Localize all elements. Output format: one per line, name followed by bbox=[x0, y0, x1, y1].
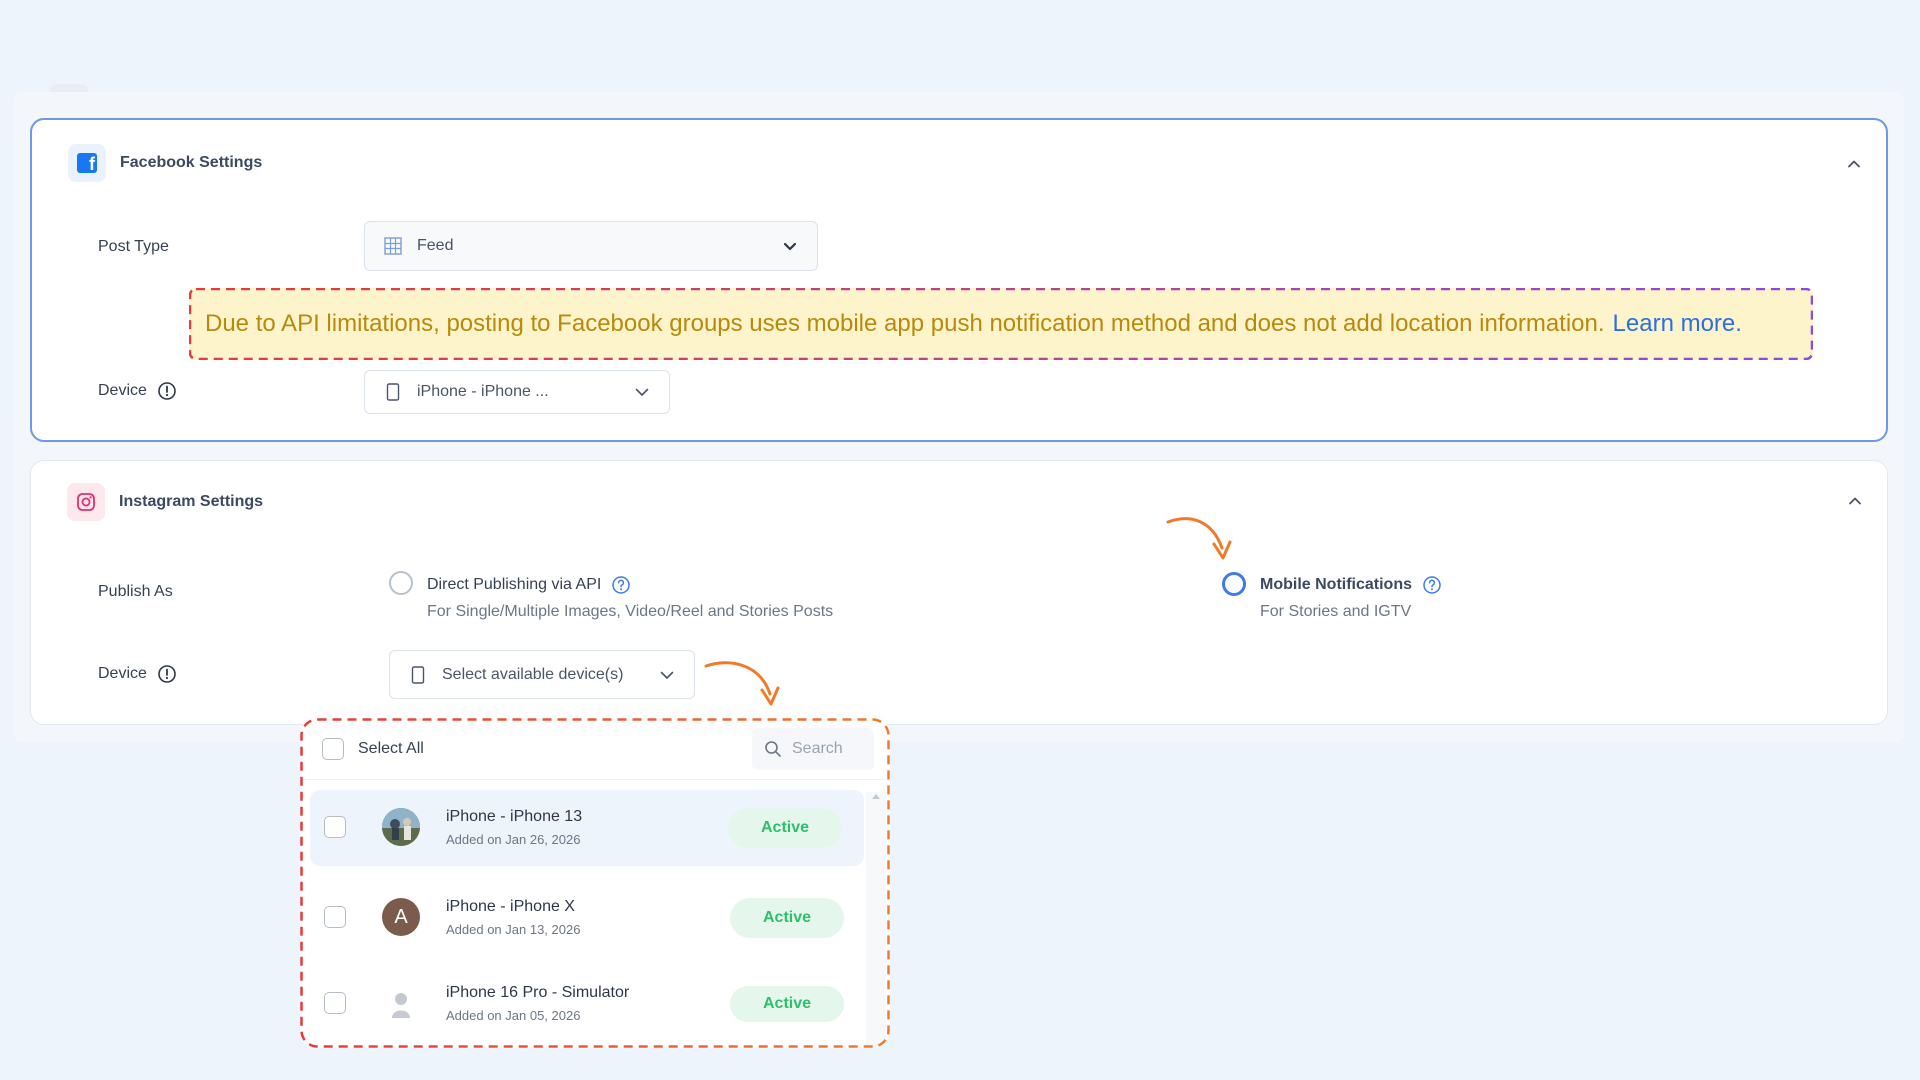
warning-highlight-outline bbox=[189, 288, 1813, 360]
direct-publishing-option[interactable]: Direct Publishing via API bbox=[427, 575, 631, 595]
device-row[interactable]: iPhone - iPhone 13 Added on Jan 26, 2026… bbox=[310, 790, 864, 866]
collapse-chevron-icon[interactable] bbox=[1844, 154, 1864, 174]
grid-icon bbox=[384, 237, 402, 255]
info-icon[interactable] bbox=[157, 381, 177, 401]
phone-icon bbox=[386, 383, 400, 401]
annotation-arrow-icon bbox=[1166, 517, 1232, 560]
scroll-up-arrow-icon[interactable] bbox=[872, 794, 880, 799]
chevron-down-icon bbox=[783, 242, 797, 251]
instagram-device-label: Device bbox=[98, 664, 177, 684]
instagram-device-select[interactable]: Select available device(s) bbox=[389, 650, 695, 699]
device-row[interactable]: A iPhone - iPhone X Added on Jan 13, 202… bbox=[310, 876, 864, 952]
device-avatar bbox=[382, 984, 420, 1022]
device-added-date: Added on Jan 26, 2026 bbox=[446, 832, 581, 847]
device-checkbox[interactable] bbox=[324, 992, 346, 1014]
collapse-chevron-icon[interactable] bbox=[1845, 491, 1865, 511]
direct-publishing-description: For Single/Multiple Images, Video/Reel a… bbox=[427, 603, 834, 620]
facebook-device-select[interactable]: iPhone - iPhone ... bbox=[364, 370, 670, 414]
select-all-checkbox[interactable] bbox=[322, 738, 344, 760]
instagram-icon bbox=[77, 493, 95, 511]
facebook-settings-title: Facebook Settings bbox=[120, 154, 263, 171]
device-added-date: Added on Jan 13, 2026 bbox=[446, 922, 581, 937]
info-icon[interactable] bbox=[157, 664, 177, 684]
person-icon bbox=[392, 993, 410, 1018]
device-search-input[interactable]: Search bbox=[752, 728, 874, 770]
search-placeholder: Search bbox=[792, 740, 843, 757]
facebook-settings-header[interactable]: f Facebook Settings bbox=[68, 144, 262, 182]
facebook-device-label: Device bbox=[98, 381, 177, 401]
device-avatar bbox=[382, 808, 420, 846]
chevron-down-icon bbox=[660, 671, 674, 679]
publish-as-label: Publish As bbox=[98, 583, 173, 600]
facebook-settings-card: f Facebook Settings bbox=[30, 118, 1888, 442]
mobile-notifications-description: For Stories and IGTV bbox=[1260, 603, 1412, 620]
chevron-down-icon bbox=[635, 388, 649, 396]
dropdown-scrollbar[interactable] bbox=[866, 792, 886, 1048]
post-type-label: Post Type bbox=[98, 238, 169, 255]
phone-icon bbox=[411, 665, 425, 684]
annotation-arrow-icon bbox=[704, 661, 780, 706]
device-avatar: A bbox=[382, 898, 420, 936]
facebook-device-value: iPhone - iPhone ... bbox=[417, 383, 549, 400]
device-name: iPhone - iPhone 13 bbox=[446, 808, 583, 825]
status-badge: Active bbox=[730, 986, 844, 1022]
avatar-initial: A bbox=[394, 905, 408, 928]
device-checkbox[interactable] bbox=[324, 906, 346, 928]
instagram-settings-title: Instagram Settings bbox=[119, 493, 264, 510]
instagram-settings-card: Instagram Settings bbox=[30, 460, 1888, 725]
search-icon bbox=[765, 741, 781, 757]
radio-mobile-notifications[interactable] bbox=[1222, 572, 1246, 596]
help-icon[interactable] bbox=[1422, 575, 1442, 595]
status-badge: Active bbox=[730, 898, 844, 938]
post-type-value: Feed bbox=[417, 237, 454, 254]
post-type-select[interactable]: Feed bbox=[364, 221, 818, 271]
instagram-badge bbox=[67, 483, 105, 521]
device-row[interactable]: iPhone 16 Pro - Simulator Added on Jan 0… bbox=[310, 962, 864, 1038]
status-badge: Active bbox=[728, 808, 842, 848]
photo-avatar-icon bbox=[382, 808, 420, 846]
facebook-icon: f bbox=[77, 153, 97, 173]
radio-direct-publishing[interactable] bbox=[389, 571, 413, 595]
select-all-label[interactable]: Select All bbox=[358, 740, 424, 758]
device-checkbox[interactable] bbox=[324, 816, 346, 838]
dropdown-header: Select All Search bbox=[300, 718, 890, 780]
help-icon[interactable] bbox=[611, 575, 631, 595]
facebook-badge: f bbox=[68, 144, 106, 182]
device-name: iPhone - iPhone X bbox=[446, 898, 575, 915]
device-dropdown-panel: Select All Search iPhone - iPhone 13 Add… bbox=[300, 718, 890, 1048]
instagram-settings-header[interactable]: Instagram Settings bbox=[67, 483, 263, 521]
device-added-date: Added on Jan 05, 2026 bbox=[446, 1008, 581, 1023]
device-name: iPhone 16 Pro - Simulator bbox=[446, 984, 630, 1001]
instagram-device-placeholder: Select available device(s) bbox=[442, 665, 624, 683]
mobile-notifications-option[interactable]: Mobile Notifications bbox=[1260, 575, 1442, 595]
